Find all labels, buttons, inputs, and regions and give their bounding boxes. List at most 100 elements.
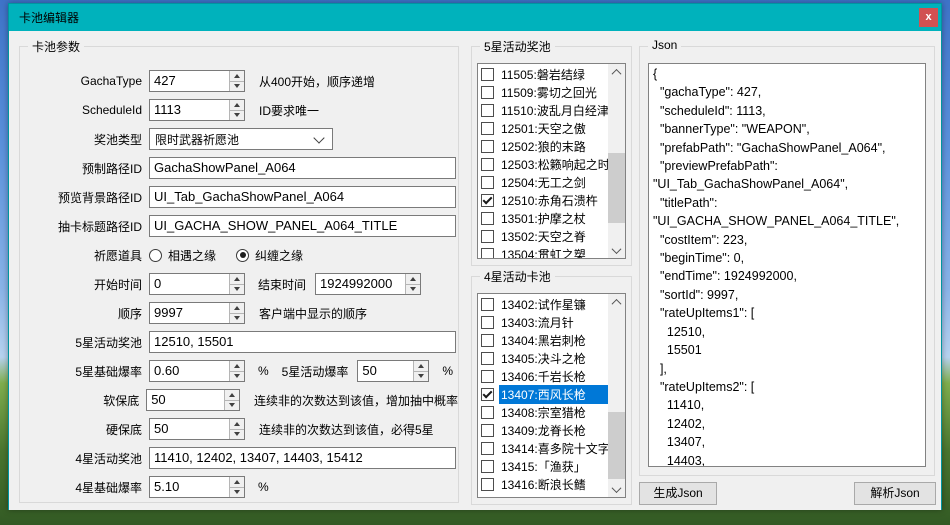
checkbox-icon[interactable] — [481, 424, 494, 437]
spin-up-icon[interactable] — [230, 361, 244, 371]
spin-down-icon[interactable] — [230, 284, 244, 295]
list-item[interactable]: 13414:喜多院十文字 — [478, 439, 608, 457]
scroll-thumb[interactable] — [608, 412, 625, 479]
list-item[interactable]: 13504:贯虹之槊 — [478, 245, 608, 258]
spin-up-icon[interactable] — [414, 361, 428, 371]
spin-down-icon[interactable] — [230, 313, 244, 324]
spinner-buttons — [229, 361, 244, 381]
gacha-type-spinner[interactable]: 427 — [149, 70, 245, 92]
scroll-up-icon[interactable] — [608, 64, 625, 80]
event-rate5-label: 5星活动爆率 — [282, 363, 349, 380]
checkbox-icon[interactable] — [481, 230, 494, 243]
scroll-down-icon[interactable] — [608, 242, 625, 258]
checkbox-icon[interactable] — [481, 460, 494, 473]
spin-down-icon[interactable] — [230, 429, 244, 440]
soft-pity-label: 软保底 — [24, 392, 139, 409]
checkbox-icon[interactable] — [481, 370, 494, 383]
list-item[interactable]: 12501:天空之傲 — [478, 119, 608, 137]
end-time-spinner[interactable]: 1924992000 — [315, 273, 421, 295]
checkbox-icon[interactable] — [481, 158, 494, 171]
preview-path-input[interactable]: UI_Tab_GachaShowPanel_A064 — [149, 186, 456, 208]
begin-time-spinner[interactable]: 0 — [149, 273, 245, 295]
list-item[interactable]: 11510:波乱月白经津 — [478, 101, 608, 119]
pool-type-dropdown[interactable]: 限时武器祈愿池 — [149, 128, 333, 150]
list-item[interactable]: 11505:磐岩结绿 — [478, 65, 608, 83]
list-item[interactable]: 13404:黑岩刺枪 — [478, 331, 608, 349]
checkbox-icon[interactable] — [481, 104, 494, 117]
checkbox-icon[interactable] — [481, 86, 494, 99]
generate-json-button[interactable]: 生成Json — [639, 482, 717, 505]
pool4-input[interactable]: 11410, 12402, 13407, 14403, 15412 — [149, 447, 456, 469]
titlebar[interactable]: 卡池编辑器 x — [9, 4, 941, 31]
spin-up-icon[interactable] — [406, 274, 420, 284]
list-item[interactable]: 13408:宗室猎枪 — [478, 403, 608, 421]
spin-up-icon[interactable] — [230, 100, 244, 110]
base-rate4-spinner[interactable]: 5.10 — [149, 476, 245, 498]
checkbox-icon[interactable] — [481, 388, 494, 401]
spin-up-icon[interactable] — [230, 303, 244, 313]
spinner-buttons — [229, 419, 244, 439]
list-item[interactable]: 12502:狼的末路 — [478, 137, 608, 155]
spin-down-icon[interactable] — [230, 110, 244, 121]
spin-down-icon[interactable] — [230, 487, 244, 498]
spin-up-icon[interactable] — [230, 419, 244, 429]
spin-down-icon[interactable] — [225, 400, 239, 411]
list-item[interactable]: 13403:流月针 — [478, 313, 608, 331]
checkbox-icon[interactable] — [481, 334, 494, 347]
spin-down-icon[interactable] — [414, 371, 428, 382]
list-item[interactable]: 13502:天空之脊 — [478, 227, 608, 245]
checkbox-icon[interactable] — [481, 352, 494, 365]
checkbox-icon[interactable] — [481, 478, 494, 491]
list-item[interactable]: 13406:千岩长枪 — [478, 367, 608, 385]
list-item[interactable]: 12504:无工之剑 — [478, 173, 608, 191]
checkbox-icon[interactable] — [481, 68, 494, 81]
checkbox-icon[interactable] — [481, 442, 494, 455]
checkbox-icon[interactable] — [481, 176, 494, 189]
scroll-up-icon[interactable] — [608, 294, 625, 310]
radio-option[interactable]: 纠缠之缘 — [236, 247, 303, 264]
parse-json-button[interactable]: 解析Json — [854, 482, 936, 505]
checkbox-icon[interactable] — [481, 406, 494, 419]
spin-down-icon[interactable] — [230, 81, 244, 92]
list-item[interactable]: 13402:试作星镰 — [478, 295, 608, 313]
event-rate5-spinner[interactable]: 50 — [357, 360, 429, 382]
spin-up-icon[interactable] — [230, 274, 244, 284]
list-item[interactable]: 12503:松籁响起之时 — [478, 155, 608, 173]
checkbox-icon[interactable] — [481, 194, 494, 207]
close-icon[interactable]: x — [919, 8, 938, 27]
scroll-thumb[interactable] — [608, 153, 625, 223]
checkbox-icon[interactable] — [481, 212, 494, 225]
list-item[interactable]: 13407:西风长枪 — [478, 385, 608, 403]
pool5-input[interactable]: 12510, 15501 — [149, 331, 456, 353]
spin-up-icon[interactable] — [230, 71, 244, 81]
list-item[interactable]: 13416:断浪长鳍 — [478, 475, 608, 493]
checkbox-icon[interactable] — [481, 316, 494, 329]
prefab-path-input[interactable]: GachaShowPanel_A064 — [149, 157, 456, 179]
spin-up-icon[interactable] — [230, 477, 244, 487]
list-item-label: 13501:护摩之杖 — [499, 209, 608, 228]
base-rate5-spinner[interactable]: 0.60 — [149, 360, 245, 382]
spin-up-icon[interactable] — [225, 390, 239, 400]
json-textbox[interactable]: { "gachaType": 427, "scheduleId": 1113, … — [648, 63, 926, 467]
checkbox-icon[interactable] — [481, 248, 494, 259]
checkbox-icon[interactable] — [481, 298, 494, 311]
hard-pity-spinner[interactable]: 50 — [149, 418, 245, 440]
list-item[interactable]: 13415:「渔获」 — [478, 457, 608, 475]
list-item[interactable]: 12510:赤角石溃杵 — [478, 191, 608, 209]
checkbox-icon[interactable] — [481, 122, 494, 135]
list-item[interactable]: 13501:护摩之杖 — [478, 209, 608, 227]
pool5-scrollbar[interactable] — [608, 64, 625, 258]
list-item[interactable]: 13409:龙脊长枪 — [478, 421, 608, 439]
radio-option[interactable]: 相遇之缘 — [149, 247, 216, 264]
spin-down-icon[interactable] — [406, 284, 420, 295]
list-item[interactable]: 13405:决斗之枪 — [478, 349, 608, 367]
list-item[interactable]: 11509:雾切之回光 — [478, 83, 608, 101]
checkbox-icon[interactable] — [481, 140, 494, 153]
schedule-id-spinner[interactable]: 1113 — [149, 99, 245, 121]
pool4-scrollbar[interactable] — [608, 294, 625, 497]
title-path-input[interactable]: UI_GACHA_SHOW_PANEL_A064_TITLE — [149, 215, 456, 237]
spin-down-icon[interactable] — [230, 371, 244, 382]
sort-spinner[interactable]: 9997 — [149, 302, 245, 324]
scroll-down-icon[interactable] — [608, 481, 625, 497]
soft-pity-spinner[interactable]: 50 — [146, 389, 240, 411]
